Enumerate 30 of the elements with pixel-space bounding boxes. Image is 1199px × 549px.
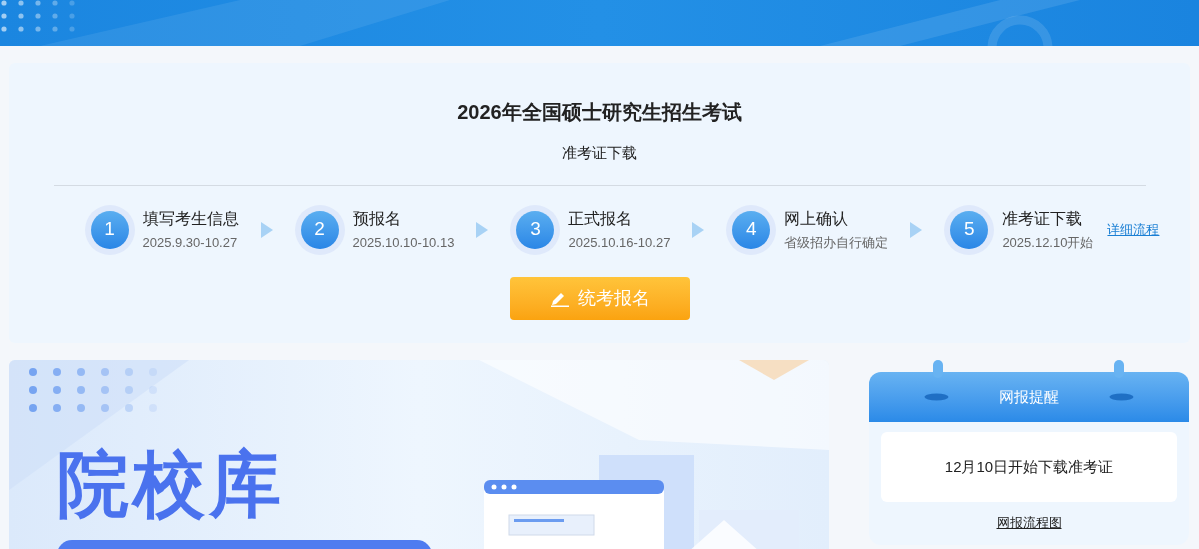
step-date: 2025.9.30-10.27 [142, 233, 239, 252]
process-chart-link[interactable]: 网报流程图 [996, 513, 1062, 533]
step-number-badge: 1 [84, 204, 135, 255]
step-date: 2025.12.10开始 [1002, 233, 1094, 252]
step-number-badge: 4 [726, 204, 777, 255]
step-date: 2025.10.10-10.13 [352, 233, 455, 252]
arrow-icon [910, 221, 923, 238]
ring-hole-icon [1109, 393, 1134, 401]
step-date: 2025.10.16-10.27 [568, 233, 671, 252]
ring-hole-icon [924, 393, 949, 401]
step-number-badge: 3 [510, 204, 561, 255]
step-number-badge: 5 [944, 204, 995, 255]
exam-subtitle: 准考证下载 [562, 143, 637, 163]
arrow-icon [260, 221, 273, 238]
arrow-icon [692, 221, 705, 238]
step-number-badge: 2 [294, 204, 345, 255]
step-name: 准考证下载 [1002, 208, 1084, 229]
reminder-message: 12月10日开始下载准考证 [944, 456, 1114, 477]
step-date: 省级招办自行确定 [784, 233, 889, 252]
step-name: 正式报名 [568, 208, 634, 229]
step-name: 网上确认 [784, 208, 850, 229]
banner-title: 院校库 [57, 443, 285, 526]
detail-process-link[interactable]: 详细流程 [1107, 219, 1160, 240]
exam-title: 2026年全国硕士研究生招生考试 [457, 100, 742, 125]
reminder-title: 网报提醒 [999, 386, 1059, 407]
binder-ring-icon [1114, 360, 1124, 378]
binder-ring-icon [933, 360, 943, 378]
step-name: 预报名 [352, 208, 402, 229]
arrow-icon [476, 221, 489, 238]
step-name: 填写考生信息 [142, 208, 239, 229]
